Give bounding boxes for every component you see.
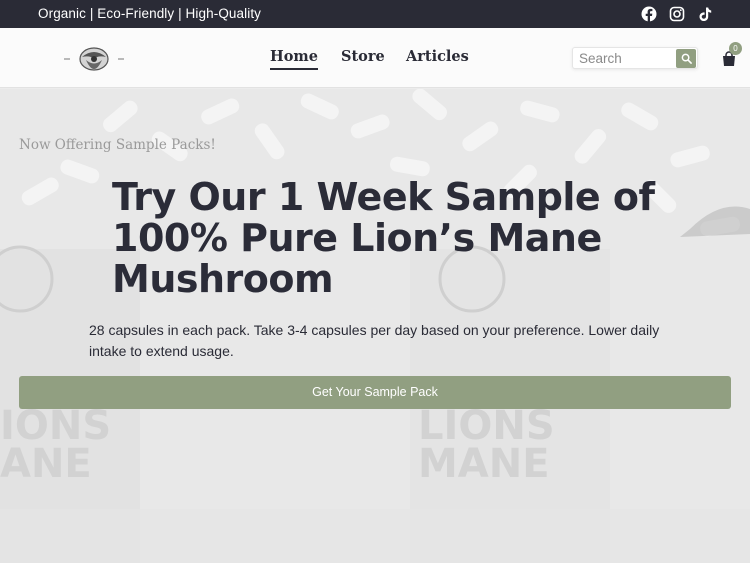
cart-count-badge: 0 bbox=[729, 42, 742, 55]
hero-subtext: 28 capsules in each pack. Take 3-4 capsu… bbox=[89, 322, 660, 359]
tiktok-icon[interactable] bbox=[697, 6, 713, 22]
search-icon bbox=[681, 53, 692, 64]
search-input[interactable] bbox=[579, 50, 675, 67]
facebook-icon[interactable] bbox=[641, 6, 657, 22]
svg-text:MANE: MANE bbox=[418, 441, 550, 487]
get-sample-pack-button[interactable]: Get Your Sample Pack bbox=[19, 376, 731, 409]
hero-section: IONS ANE LIONS MANE Now Offering Sample … bbox=[0, 89, 750, 563]
hero-eyebrow: Now Offering Sample Packs! bbox=[19, 137, 216, 153]
search-box bbox=[572, 47, 698, 69]
top-announcement-bar: Organic | Eco-Friendly | High-Quality bbox=[0, 0, 750, 28]
tagline: Organic | Eco-Friendly | High-Quality bbox=[38, 6, 262, 21]
nav-home[interactable]: Home bbox=[270, 48, 318, 70]
instagram-icon[interactable] bbox=[669, 6, 685, 22]
nav-articles[interactable]: Articles bbox=[406, 48, 469, 65]
svg-text:ANE: ANE bbox=[0, 441, 92, 487]
hero-headline: Try Our 1 Week Sample of 100% Pure Lion’… bbox=[112, 175, 655, 301]
nav-store[interactable]: Store bbox=[341, 48, 385, 65]
brand-logo[interactable] bbox=[62, 45, 126, 73]
search-button[interactable] bbox=[676, 49, 696, 68]
site-header: Home Store Articles 0 bbox=[0, 28, 750, 88]
